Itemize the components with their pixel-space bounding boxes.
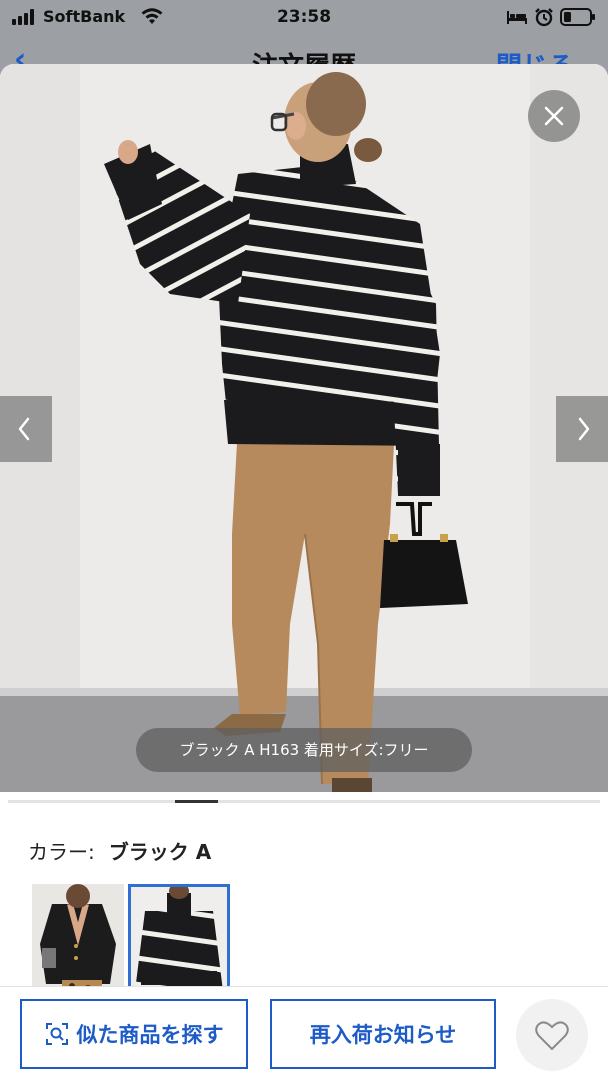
product-photo[interactable]: ブラック A H163 着用サイズ:フリー — [0, 64, 608, 792]
previous-image-button[interactable] — [0, 396, 52, 462]
close-modal-button[interactable] — [528, 90, 580, 142]
image-caption: ブラック A H163 着用サイズ:フリー — [136, 728, 472, 772]
color-swatch-black-a-selected[interactable] — [128, 884, 230, 994]
product-image-modal: ブラック A H163 着用サイズ:フリー カラー: ブラック A 似た商品を探… — [0, 64, 608, 1080]
bottom-action-bar: 似た商品を探す 再入荷お知らせ — [0, 986, 608, 1080]
chevron-left-icon — [18, 417, 30, 441]
find-similar-label: 似た商品を探す — [76, 1023, 224, 1047]
restock-notify-label: 再入荷お知らせ — [309, 1023, 457, 1047]
screen: SoftBank 23:58 ‹ 注文履歴 閉じる — [0, 0, 608, 1080]
color-swatch-cardigan[interactable] — [32, 884, 124, 994]
image-search-icon — [45, 1023, 68, 1045]
restock-notify-button[interactable]: 再入荷お知らせ — [270, 999, 496, 1069]
battery-icon — [560, 8, 595, 26]
close-icon — [544, 106, 564, 126]
gallery-progress — [8, 800, 600, 803]
color-selection: カラー: ブラック A — [28, 836, 211, 865]
gallery-progress-thumb — [175, 800, 218, 803]
chevron-right-icon — [578, 417, 590, 441]
favorite-button[interactable] — [516, 999, 588, 1071]
bed-icon — [507, 11, 527, 24]
find-similar-button[interactable]: 似た商品を探す — [20, 999, 248, 1069]
color-label: カラー: — [28, 840, 95, 864]
heart-icon — [535, 1021, 569, 1051]
alarm-icon — [535, 8, 553, 27]
color-value: ブラック A — [108, 840, 212, 864]
status-bar: SoftBank 23:58 — [0, 0, 608, 34]
next-image-button[interactable] — [556, 396, 608, 462]
